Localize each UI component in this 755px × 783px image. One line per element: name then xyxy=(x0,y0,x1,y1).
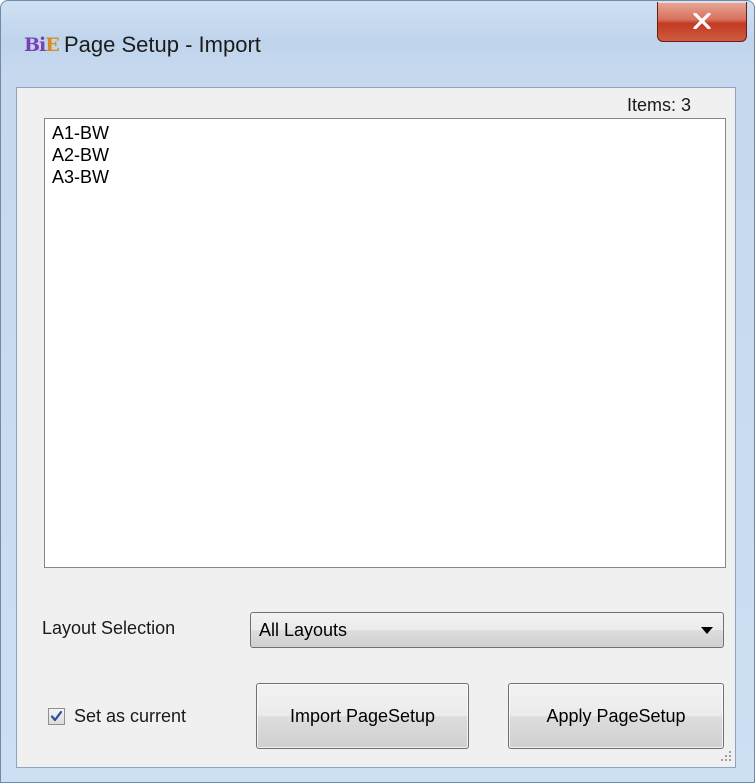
apply-pagesetup-button[interactable]: Apply PageSetup xyxy=(508,683,724,749)
list-item[interactable]: A3-BW xyxy=(49,166,721,188)
page-setup-import-window: BiE Page Setup - Import Items: 3 A1-BW A… xyxy=(0,0,755,783)
window-title: Page Setup - Import xyxy=(64,32,261,57)
layout-selection-label: Layout Selection xyxy=(42,618,176,638)
page-setup-list[interactable]: A1-BW A2-BW A3-BW xyxy=(44,118,726,568)
bie-app-icon: BiE xyxy=(24,34,60,56)
resize-grip-icon[interactable] xyxy=(720,750,732,762)
checkmark-icon xyxy=(50,710,63,721)
layout-selection-dropdown[interactable]: All Layouts xyxy=(250,612,724,648)
set-as-current-label: Set as current xyxy=(74,705,187,726)
import-pagesetup-button[interactable]: Import PageSetup xyxy=(256,683,469,749)
close-icon xyxy=(693,13,711,29)
dropdown-arrow-icon xyxy=(701,627,713,634)
close-button[interactable] xyxy=(657,2,747,42)
items-count-label: Items: 3 xyxy=(626,95,691,115)
set-as-current-checkbox[interactable] xyxy=(48,707,65,725)
list-item[interactable]: A2-BW xyxy=(49,144,721,166)
set-as-current-option[interactable]: Set as current xyxy=(48,704,186,728)
list-item[interactable]: A1-BW xyxy=(49,122,721,144)
title-bar[interactable]: BiE Page Setup - Import xyxy=(1,1,754,89)
layout-selection-value: All Layouts xyxy=(259,620,348,640)
